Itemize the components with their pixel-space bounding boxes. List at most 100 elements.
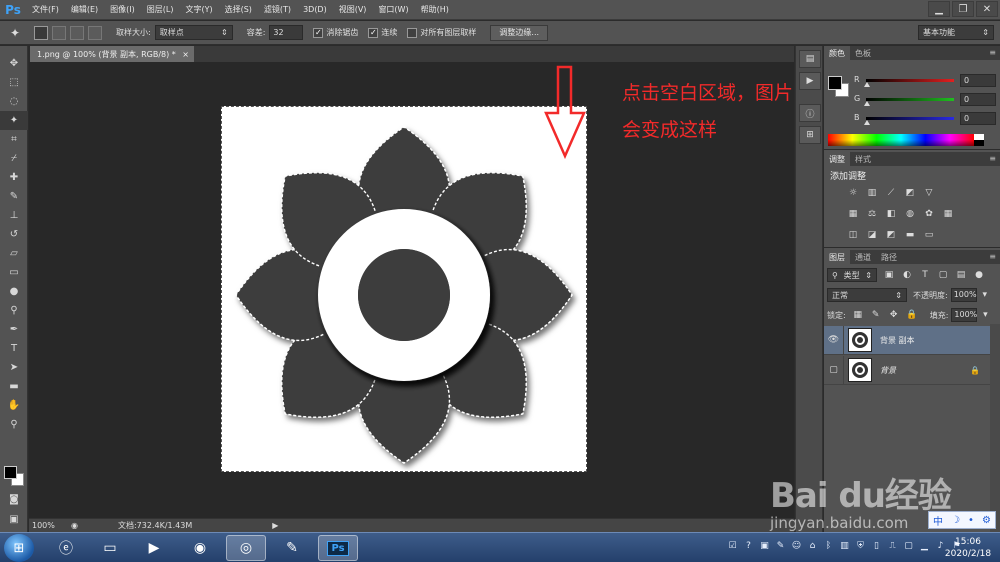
photoshop-taskbar-button[interactable]: Ps	[318, 535, 358, 561]
history-panel-icon[interactable]: ▤	[799, 50, 821, 68]
type-tool-icon[interactable]: T	[0, 339, 28, 358]
exposure-icon[interactable]: ◩	[903, 187, 917, 199]
clock[interactable]: 15:06 2020/2/18	[940, 536, 996, 560]
signal-icon[interactable]: ▁	[918, 539, 931, 553]
threshold-icon[interactable]: ◩	[884, 229, 898, 241]
filter-smart-object-icon[interactable]: ▤	[955, 269, 967, 281]
tab-layers[interactable]: 图层	[824, 250, 850, 264]
gradient-map-icon[interactable]: ▬	[903, 229, 917, 241]
menu-help[interactable]: 帮助(H)	[415, 4, 455, 15]
gear-icon[interactable]: ⚙	[982, 515, 991, 526]
zoom-tool-icon[interactable]: ⚲	[0, 415, 28, 434]
eye-icon[interactable]: 👁	[824, 325, 844, 355]
panel-menu-icon[interactable]: ≡	[989, 48, 996, 57]
menu-3d[interactable]: 3D(D)	[297, 5, 333, 14]
panel-menu-icon[interactable]: ≡	[989, 252, 996, 261]
posterize-icon[interactable]: ◪	[865, 229, 879, 241]
blend-mode-select[interactable]: 正常 ⇕	[827, 288, 907, 302]
actions-panel-icon[interactable]: ▶	[799, 72, 821, 90]
menu-edit[interactable]: 编辑(E)	[65, 4, 104, 15]
menu-layer[interactable]: 图层(L)	[141, 4, 180, 15]
vibrance-icon[interactable]: ▽	[922, 187, 936, 199]
magic-wand-tool-preset-icon[interactable]: ✦	[0, 23, 30, 43]
hue-saturation-icon[interactable]: ▦	[846, 208, 860, 220]
slider-b[interactable]: B 0	[854, 112, 998, 126]
clone-stamp-tool-icon[interactable]: ⊥	[0, 206, 28, 225]
path-selection-tool-icon[interactable]: ➤	[0, 358, 28, 377]
selective-color-icon[interactable]: ▭	[922, 229, 936, 241]
shield-icon[interactable]: ⛨	[854, 539, 867, 553]
black-white-icon[interactable]: ◧	[884, 208, 898, 220]
channel-mixer-icon[interactable]: ✿	[922, 208, 936, 220]
color-spectrum-bar[interactable]	[828, 134, 974, 146]
menu-select[interactable]: 选择(S)	[219, 4, 258, 15]
marquee-tool-icon[interactable]: ⬚	[0, 73, 28, 92]
slider-b-input[interactable]: 0	[960, 112, 996, 125]
filter-adjustment-icon[interactable]: ◐	[901, 269, 913, 281]
opacity-input[interactable]: 100%	[950, 288, 977, 302]
status-icon[interactable]: ◉	[71, 521, 78, 530]
layer-row-background[interactable]: ▢ 背景 🔒	[824, 355, 990, 385]
properties-panel-icon[interactable]: ⓘ	[799, 104, 821, 122]
close-tab-icon[interactable]: ×	[182, 50, 189, 59]
minimize-button[interactable]: ▁	[928, 1, 950, 17]
menu-window[interactable]: 窗口(W)	[372, 4, 414, 15]
slider-g[interactable]: G 0	[854, 93, 998, 107]
magic-wand-tool-icon[interactable]: ✦	[0, 111, 28, 130]
firefox-icon[interactable]: ◉	[180, 535, 220, 561]
shape-tool-icon[interactable]: ▬	[0, 377, 28, 396]
menu-type[interactable]: 文字(Y)	[179, 4, 218, 15]
menu-file[interactable]: 文件(F)	[26, 4, 65, 15]
hand-tool-icon[interactable]: ✋	[0, 396, 28, 415]
layers-scrollbar[interactable]	[990, 324, 1000, 532]
lock-transparent-icon[interactable]: ▦	[852, 309, 864, 321]
pen-tool-icon[interactable]: ✒	[0, 320, 28, 339]
tray-help-icon[interactable]: ?	[742, 539, 755, 553]
chevron-down-icon[interactable]: ▾	[979, 289, 991, 301]
slider-r-thumb[interactable]	[864, 82, 870, 87]
gradient-tool-icon[interactable]: ▭	[0, 263, 28, 282]
dot-icon[interactable]: •	[968, 515, 974, 526]
slider-b-track[interactable]	[866, 117, 954, 120]
tray-network-icon[interactable]: ⌂	[806, 539, 819, 553]
panel-menu-icon[interactable]: ≡	[989, 154, 996, 163]
status-arrow-icon[interactable]: ▶	[272, 521, 278, 530]
filter-pixel-icon[interactable]: ▣	[883, 269, 895, 281]
quick-mask-icon[interactable]: ◙	[0, 490, 28, 509]
move-tool-icon[interactable]: ✥	[0, 54, 28, 73]
anti-alias-checkbox[interactable]: ✓	[313, 27, 324, 38]
slider-r-track[interactable]	[866, 79, 954, 82]
menu-view[interactable]: 视图(V)	[333, 4, 373, 15]
menu-image[interactable]: 图像(I)	[104, 4, 141, 15]
chrome-icon[interactable]: ◎	[226, 535, 266, 561]
tray-window-icon[interactable]: ▢	[902, 539, 915, 553]
tray-app-icon[interactable]: ▣	[758, 539, 771, 553]
add-to-selection-mode-icon[interactable]	[52, 25, 66, 40]
curves-icon[interactable]: ⟋	[884, 187, 898, 199]
restore-button[interactable]: ❐	[952, 1, 974, 17]
lock-pixels-icon[interactable]: ✎	[870, 309, 882, 321]
dodge-tool-icon[interactable]: ⚲	[0, 301, 28, 320]
slider-b-thumb[interactable]	[864, 120, 870, 125]
ime-chinese-mode[interactable]: 中	[933, 513, 943, 528]
tab-paths[interactable]: 路径	[876, 250, 902, 264]
sample-all-layers-checkbox[interactable]	[407, 27, 418, 38]
slider-g-track[interactable]	[866, 98, 954, 101]
color-lookup-icon[interactable]: ▦	[941, 208, 955, 220]
blur-tool-icon[interactable]: ●	[0, 282, 28, 301]
menu-filter[interactable]: 滤镜(T)	[258, 4, 297, 15]
internet-explorer-icon[interactable]: ⓔ	[46, 535, 86, 561]
usb-icon[interactable]: ⎍	[886, 539, 899, 553]
eyedropper-tool-icon[interactable]: ⌿	[0, 149, 28, 168]
filter-toggle-icon[interactable]: ●	[973, 269, 985, 281]
lock-position-icon[interactable]: ✥	[888, 309, 900, 321]
foreground-color-swatch[interactable]	[4, 466, 17, 479]
screen-mode-icon[interactable]: ▣	[0, 510, 28, 529]
slider-g-input[interactable]: 0	[960, 93, 996, 106]
paint-icon[interactable]: ✎	[272, 535, 312, 561]
levels-icon[interactable]: ▥	[865, 187, 879, 199]
slider-g-thumb[interactable]	[864, 101, 870, 106]
tolerance-input[interactable]: 32	[269, 25, 304, 40]
color-balance-icon[interactable]: ⚖	[865, 208, 879, 220]
history-brush-tool-icon[interactable]: ↺	[0, 225, 28, 244]
